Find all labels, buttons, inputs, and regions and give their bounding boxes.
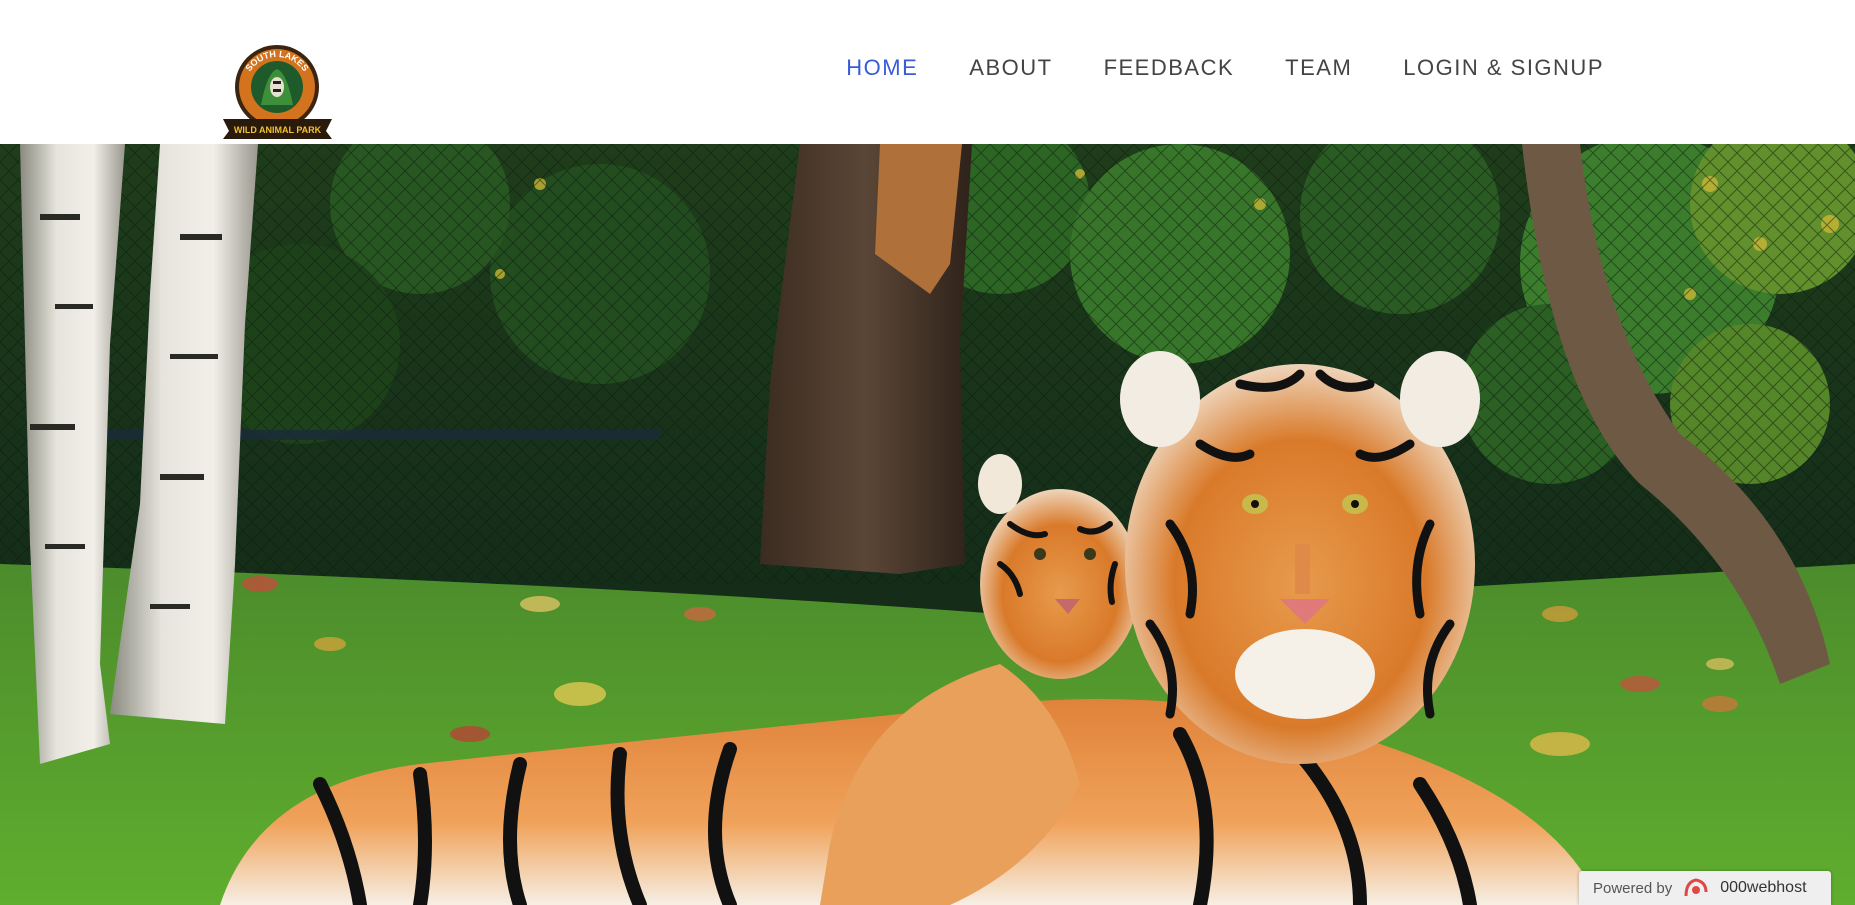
webhost-brand-label: 000webhost: [1720, 879, 1807, 896]
hero-banner: [0, 144, 1855, 905]
logo-ribbon-text: WILD ANIMAL PARK: [234, 125, 322, 135]
logo-emblem: SOUTH LAKES WILD ANIMAL PARK: [223, 45, 332, 139]
nav-item-about[interactable]: ABOUT: [969, 52, 1052, 84]
navbar: SOUTH LAKES WILD ANIMAL PARK HOME ABOUT …: [0, 0, 1855, 144]
nav-item-home[interactable]: HOME: [846, 52, 918, 84]
powered-by-label: Powered by: [1593, 879, 1673, 897]
webhost-logo-icon: [1682, 876, 1710, 900]
main-nav: HOME ABOUT FEEDBACK TEAM LOGIN & SIGNUP: [795, 52, 1604, 84]
hero-image: [0, 144, 1855, 905]
powered-by-badge[interactable]: Powered by 000webhost: [1579, 871, 1831, 905]
site-logo[interactable]: SOUTH LAKES WILD ANIMAL PARK: [221, 43, 334, 139]
nav-item-team[interactable]: TEAM: [1285, 52, 1352, 84]
nav-item-login-signup[interactable]: LOGIN & SIGNUP: [1403, 52, 1604, 84]
nav-item-feedback[interactable]: FEEDBACK: [1104, 52, 1235, 84]
